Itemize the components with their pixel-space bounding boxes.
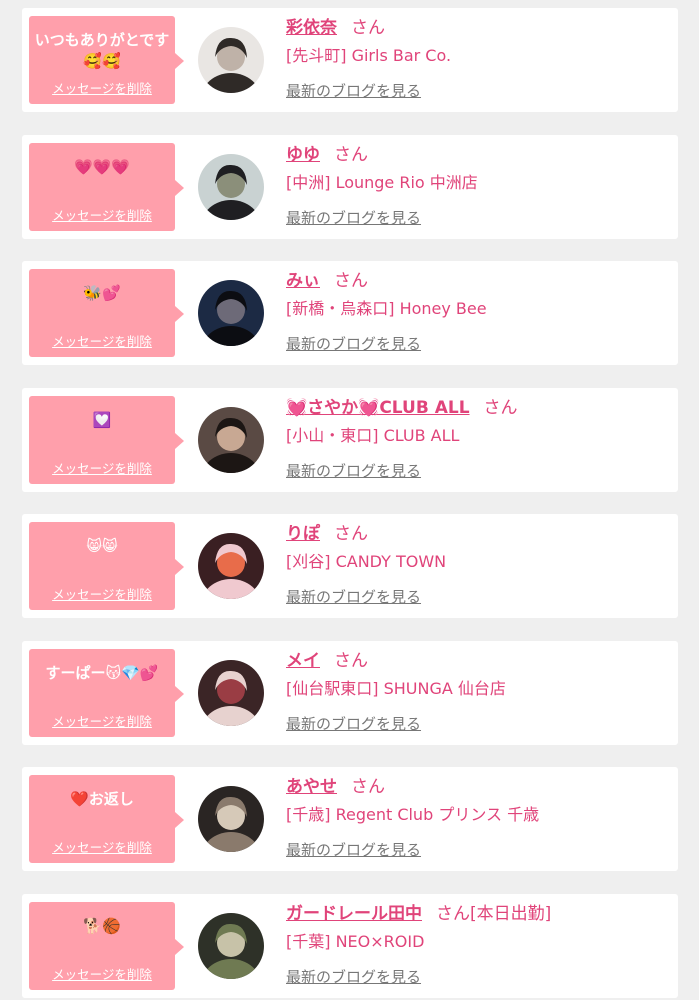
cast-name-link[interactable]: 彩依奈 bbox=[286, 18, 337, 38]
avatar-photo bbox=[198, 407, 264, 473]
shop-info: [先斗町] Girls Bar Co. bbox=[286, 46, 452, 65]
delete-message-link[interactable]: メッセージを削除 bbox=[29, 837, 175, 856]
message-text: 😸😸 bbox=[86, 537, 118, 555]
avatar-photo bbox=[198, 533, 264, 599]
honorific-label: さん bbox=[351, 777, 385, 797]
message-text: 🐝💕 bbox=[83, 284, 121, 302]
cast-name-link[interactable]: ゆゆ bbox=[286, 145, 320, 165]
message-list: いつもありがとです🥰🥰 メッセージを削除 彩依奈 さん [先斗町] Girls Bar … bbox=[0, 0, 699, 1000]
message-card: すーぱー😽💎💕 メッセージを削除 メイ さん [仙台駅東口] SHUNGA 仙台店 最新の… bbox=[22, 641, 678, 745]
honorific-label: さん bbox=[334, 271, 368, 291]
avatar-photo bbox=[198, 660, 264, 726]
latest-blog-link[interactable]: 最新のブログを見る bbox=[286, 714, 421, 734]
avatar[interactable] bbox=[198, 27, 264, 93]
message-card: 💗💗💗 メッセージを削除 ゆゆ さん [中洲] Lounge Rio 中洲店 最新のブログ… bbox=[22, 135, 678, 239]
avatar[interactable] bbox=[198, 786, 264, 852]
avatar-photo bbox=[198, 280, 264, 346]
avatar-photo bbox=[198, 27, 264, 93]
message-text: 💟 bbox=[92, 411, 112, 429]
latest-blog-link[interactable]: 最新のブログを見る bbox=[286, 81, 421, 101]
honorific-label: さん bbox=[334, 651, 368, 671]
message-card: 💟 メッセージを削除 💓さやか💓CLUB ALL さん [小山・東口] CLUB ALL… bbox=[22, 388, 678, 492]
honorific-label: さん bbox=[351, 18, 385, 38]
message-bubble: すーぱー😽💎💕 メッセージを削除 bbox=[29, 649, 184, 737]
delete-message-link[interactable]: メッセージを削除 bbox=[29, 331, 175, 350]
message-text: 🐕🏀 bbox=[83, 917, 121, 935]
shop-info: [小山・東口] CLUB ALL bbox=[286, 426, 460, 445]
avatar[interactable] bbox=[198, 533, 264, 599]
cast-name-link[interactable]: あやせ bbox=[286, 777, 337, 797]
avatar-photo bbox=[198, 913, 264, 979]
message-card: ❤️お返しメッセージを削除 あやせ さん [千歳] Regent Club プリンス … bbox=[22, 767, 678, 871]
latest-blog-link[interactable]: 最新のブログを見る bbox=[286, 461, 421, 481]
name-line: メイ さん bbox=[286, 649, 368, 673]
avatar[interactable] bbox=[198, 660, 264, 726]
shop-info: [千歳] Regent Club プリンス 千歳 bbox=[286, 805, 540, 824]
delete-message-link[interactable]: メッセージを削除 bbox=[29, 205, 175, 224]
cast-name-link[interactable]: みぃ bbox=[286, 271, 320, 291]
message-bubble: いつもありがとです🥰🥰 メッセージを削除 bbox=[29, 16, 184, 104]
cast-name-link[interactable]: 💓さやか💓CLUB ALL bbox=[286, 398, 470, 418]
name-line: あやせ さん bbox=[286, 775, 385, 799]
name-line: ガードレール田中 さん[本日出勤] bbox=[286, 902, 551, 926]
latest-blog-link[interactable]: 最新のブログを見る bbox=[286, 208, 421, 228]
delete-message-link[interactable]: メッセージを削除 bbox=[29, 78, 175, 97]
message-card: 🐝💕 メッセージを削除 みぃ さん [新橋・烏森口] Honey Bee 最新のブログを見… bbox=[22, 261, 678, 365]
message-bubble: ❤️お返しメッセージを削除 bbox=[29, 775, 184, 863]
shop-info: [中洲] Lounge Rio 中洲店 bbox=[286, 173, 478, 192]
message-text: ❤️お返し bbox=[70, 790, 134, 808]
message-bubble: 🐕🏀 メッセージを削除 bbox=[29, 902, 184, 990]
message-bubble: 💗💗💗 メッセージを削除 bbox=[29, 143, 184, 231]
name-line: みぃ さん bbox=[286, 269, 368, 293]
avatar-photo bbox=[198, 154, 264, 220]
cast-name-link[interactable]: メイ bbox=[286, 651, 320, 671]
message-bubble: 😸😸 メッセージを削除 bbox=[29, 522, 184, 610]
avatar[interactable] bbox=[198, 154, 264, 220]
avatar[interactable] bbox=[198, 913, 264, 979]
message-text: いつもありがとです🥰🥰 bbox=[34, 31, 170, 70]
message-card: いつもありがとです🥰🥰 メッセージを削除 彩依奈 さん [先斗町] Girls Bar … bbox=[22, 8, 678, 112]
honorific-label: さん bbox=[334, 145, 368, 165]
latest-blog-link[interactable]: 最新のブログを見る bbox=[286, 840, 421, 860]
shop-info: [新橋・烏森口] Honey Bee bbox=[286, 299, 487, 318]
avatar-photo bbox=[198, 786, 264, 852]
shop-info: [刈谷] CANDY TOWN bbox=[286, 552, 447, 571]
message-text: すーぱー😽💎💕 bbox=[45, 664, 159, 682]
latest-blog-link[interactable]: 最新のブログを見る bbox=[286, 334, 421, 354]
message-bubble: 🐝💕 メッセージを削除 bbox=[29, 269, 184, 357]
honorific-label: さん[本日出勤] bbox=[436, 904, 552, 924]
message-card: 😸😸 メッセージを削除 りぽ さん [刈谷] CANDY TOWN 最新のブログを見る bbox=[22, 514, 678, 618]
avatar[interactable] bbox=[198, 407, 264, 473]
delete-message-link[interactable]: メッセージを削除 bbox=[29, 584, 175, 603]
name-line: 彩依奈 さん bbox=[286, 16, 385, 40]
delete-message-link[interactable]: メッセージを削除 bbox=[29, 458, 175, 477]
cast-name-link[interactable]: ガードレール田中 bbox=[286, 904, 422, 924]
message-card: 🐕🏀 メッセージを削除 ガードレール田中 さん[本日出勤] [千葉] NEO×ROID 最… bbox=[22, 894, 678, 998]
delete-message-link[interactable]: メッセージを削除 bbox=[29, 711, 175, 730]
honorific-label: さん bbox=[483, 398, 518, 418]
message-bubble: 💟 メッセージを削除 bbox=[29, 396, 184, 484]
name-line: ゆゆ さん bbox=[286, 143, 368, 167]
latest-blog-link[interactable]: 最新のブログを見る bbox=[286, 967, 421, 987]
shop-info: [仙台駅東口] SHUNGA 仙台店 bbox=[286, 679, 506, 698]
name-line: りぽ さん bbox=[286, 522, 368, 546]
cast-name-link[interactable]: りぽ bbox=[286, 524, 320, 544]
shop-info: [千葉] NEO×ROID bbox=[286, 932, 425, 951]
name-line: 💓さやか💓CLUB ALL さん bbox=[286, 396, 518, 420]
avatar[interactable] bbox=[198, 280, 264, 346]
honorific-label: さん bbox=[334, 524, 368, 544]
delete-message-link[interactable]: メッセージを削除 bbox=[29, 964, 175, 983]
message-text: 💗💗💗 bbox=[73, 158, 131, 176]
latest-blog-link[interactable]: 最新のブログを見る bbox=[286, 587, 421, 607]
